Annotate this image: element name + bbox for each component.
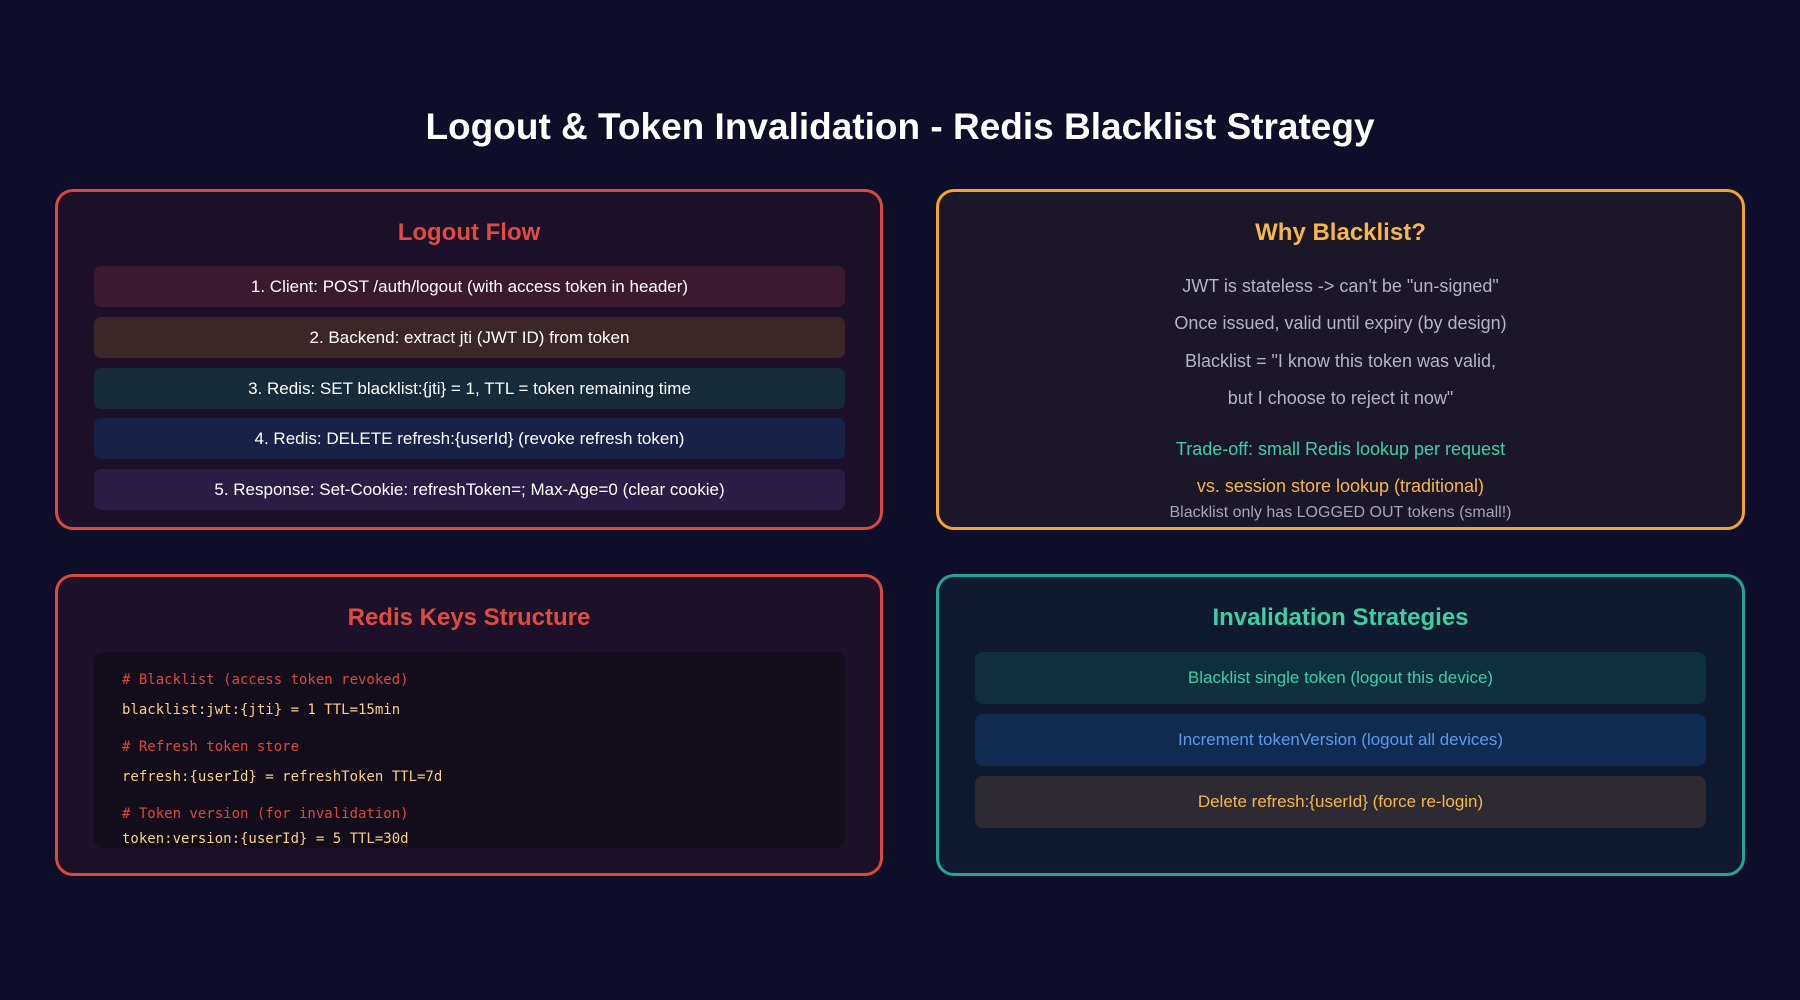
strategy-blacklist-single: Blacklist single token (logout this devi… bbox=[975, 652, 1706, 704]
strategy-delete-refresh: Delete refresh:{userId} (force re-login) bbox=[975, 776, 1706, 828]
why-blacklist-heading: Why Blacklist? bbox=[1255, 219, 1426, 246]
flow-step-extract-jti: 2. Backend: extract jti (JWT ID) from to… bbox=[94, 317, 845, 358]
why-line-stateless: JWT is stateless -> can't be "un-signed" bbox=[1182, 276, 1499, 296]
tradeoff-session-store: vs. session store lookup (traditional) bbox=[1196, 476, 1485, 496]
code-key-blacklist: blacklist:jwt:{jti} = 1 TTL=15min bbox=[122, 702, 401, 718]
code-key-refresh: refresh:{userId} = refreshToken TTL=7d bbox=[122, 769, 443, 785]
code-comment-refresh: # Refresh token store bbox=[122, 739, 300, 755]
why-line-blacklist-definition: Blacklist = "I know this token was valid… bbox=[1184, 351, 1497, 371]
code-comment-blacklist: # Blacklist (access token revoked) bbox=[122, 672, 409, 688]
tradeoff-redis-lookup: Trade-off: small Redis lookup per reques… bbox=[1175, 439, 1506, 459]
page-title: Logout & Token Invalidation - Redis Blac… bbox=[425, 106, 1375, 147]
why-line-reject-now: but I choose to reject it now" bbox=[1227, 388, 1454, 408]
code-key-token-version: token:version:{userId} = 5 TTL=30d bbox=[122, 831, 409, 847]
flow-step-clear-cookie: 5. Response: Set-Cookie: refreshToken=; … bbox=[94, 469, 845, 510]
logout-flow-panel: Logout Flow 1. Client: POST /auth/logout… bbox=[55, 189, 883, 530]
blacklist-size-note: Blacklist only has LOGGED OUT tokens (sm… bbox=[1169, 504, 1512, 521]
invalidation-strategies-heading: Invalidation Strategies bbox=[1212, 604, 1469, 631]
redis-keys-heading: Redis Keys Structure bbox=[347, 604, 591, 631]
strategy-increment-version: Increment tokenVersion (logout all devic… bbox=[975, 714, 1706, 766]
flow-step-client-post: 1. Client: POST /auth/logout (with acces… bbox=[94, 266, 845, 307]
redis-keys-code-block: # Blacklist (access token revoked) black… bbox=[94, 652, 845, 848]
diagram-canvas: Logout & Token Invalidation - Redis Blac… bbox=[0, 0, 1800, 1000]
flow-step-redis-delete-refresh: 4. Redis: DELETE refresh:{userId} (revok… bbox=[94, 418, 845, 459]
invalidation-strategies-panel: Invalidation Strategies Blacklist single… bbox=[936, 574, 1745, 876]
code-comment-token-version: # Token version (for invalidation) bbox=[122, 806, 409, 822]
why-line-valid-until-expiry: Once issued, valid until expiry (by desi… bbox=[1174, 313, 1507, 333]
logout-flow-heading: Logout Flow bbox=[397, 219, 541, 246]
redis-keys-panel: Redis Keys Structure # Blacklist (access… bbox=[55, 574, 883, 876]
flow-step-redis-set-blacklist: 3. Redis: SET blacklist:{jti} = 1, TTL =… bbox=[94, 368, 845, 409]
why-blacklist-panel: Why Blacklist? JWT is stateless -> can't… bbox=[936, 189, 1745, 530]
